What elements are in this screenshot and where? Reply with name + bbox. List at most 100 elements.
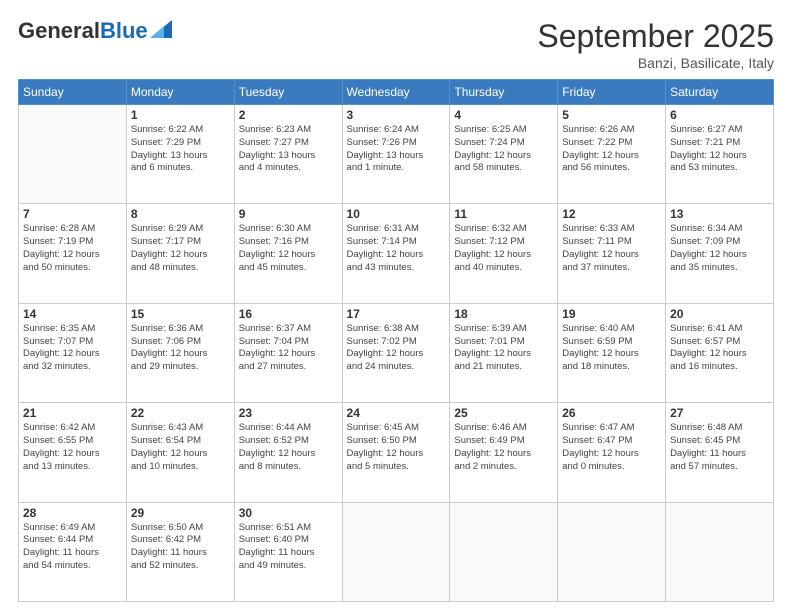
- day-number: 25: [454, 406, 553, 420]
- day-number: 4: [454, 108, 553, 122]
- day-number: 10: [347, 207, 446, 221]
- day-number: 3: [347, 108, 446, 122]
- day-info: Sunrise: 6:31 AMSunset: 7:14 PMDaylight:…: [347, 223, 446, 274]
- day-number: 23: [239, 406, 338, 420]
- day-info: Sunrise: 6:39 AMSunset: 7:01 PMDaylight:…: [454, 323, 553, 374]
- calendar-cell: 3 Sunrise: 6:24 AMSunset: 7:26 PMDaylight…: [342, 105, 450, 204]
- calendar-cell: 20 Sunrise: 6:41 AMSunset: 6:57 PMDayligh…: [666, 303, 774, 402]
- day-number: 22: [131, 406, 230, 420]
- calendar-cell: [558, 502, 666, 601]
- day-info: Sunrise: 6:48 AMSunset: 6:45 PMDaylight:…: [670, 422, 769, 473]
- day-number: 7: [23, 207, 122, 221]
- calendar-cell: 24 Sunrise: 6:45 AMSunset: 6:50 PMDayligh…: [342, 403, 450, 502]
- day-number: 28: [23, 506, 122, 520]
- day-number: 9: [239, 207, 338, 221]
- calendar-cell: 30 Sunrise: 6:51 AMSunset: 6:40 PMDayligh…: [234, 502, 342, 601]
- day-number: 16: [239, 307, 338, 321]
- day-number: 6: [670, 108, 769, 122]
- calendar-week-row: 7Sunrise: 6:28 AMSunset: 7:19 PMDaylight…: [19, 204, 774, 303]
- day-info: Sunrise: 6:35 AMSunset: 7:07 PMDaylight:…: [23, 323, 122, 374]
- calendar-cell: 7Sunrise: 6:28 AMSunset: 7:19 PMDaylight…: [19, 204, 127, 303]
- day-info: Sunrise: 6:24 AMSunset: 7:26 PMDaylight:…: [347, 124, 446, 175]
- day-info: Sunrise: 6:47 AMSunset: 6:47 PMDaylight:…: [562, 422, 661, 473]
- day-info: Sunrise: 6:46 AMSunset: 6:49 PMDaylight:…: [454, 422, 553, 473]
- calendar-header-tuesday: Tuesday: [234, 80, 342, 105]
- day-info: Sunrise: 6:23 AMSunset: 7:27 PMDaylight:…: [239, 124, 338, 175]
- day-info: Sunrise: 6:42 AMSunset: 6:55 PMDaylight:…: [23, 422, 122, 473]
- day-info: Sunrise: 6:38 AMSunset: 7:02 PMDaylight:…: [347, 323, 446, 374]
- calendar-cell: [450, 502, 558, 601]
- calendar-cell: 4 Sunrise: 6:25 AMSunset: 7:24 PMDaylight…: [450, 105, 558, 204]
- calendar-cell: 5Sunrise: 6:26 AMSunset: 7:22 PMDaylight…: [558, 105, 666, 204]
- day-info: Sunrise: 6:32 AMSunset: 7:12 PMDaylight:…: [454, 223, 553, 274]
- day-info: Sunrise: 6:49 AMSunset: 6:44 PMDaylight:…: [23, 522, 122, 573]
- day-info: Sunrise: 6:22 AMSunset: 7:29 PMDaylight:…: [131, 124, 230, 175]
- calendar-cell: 29 Sunrise: 6:50 AMSunset: 6:42 PMDayligh…: [126, 502, 234, 601]
- calendar-cell: 28 Sunrise: 6:49 AMSunset: 6:44 PMDayligh…: [19, 502, 127, 601]
- calendar-header-row: SundayMondayTuesdayWednesdayThursdayFrid…: [19, 80, 774, 105]
- day-info: Sunrise: 6:34 AMSunset: 7:09 PMDaylight:…: [670, 223, 769, 274]
- day-info: Sunrise: 6:45 AMSunset: 6:50 PMDaylight:…: [347, 422, 446, 473]
- calendar-header-friday: Friday: [558, 80, 666, 105]
- calendar-cell: 12Sunrise: 6:33 AMSunset: 7:11 PMDayligh…: [558, 204, 666, 303]
- month-title: September 2025: [537, 18, 774, 55]
- calendar-header-sunday: Sunday: [19, 80, 127, 105]
- day-number: 30: [239, 506, 338, 520]
- title-block: September 2025 Banzi, Basilicate, Italy: [537, 18, 774, 71]
- day-info: Sunrise: 6:25 AMSunset: 7:24 PMDaylight:…: [454, 124, 553, 175]
- day-number: 14: [23, 307, 122, 321]
- logo-general: General: [18, 18, 100, 43]
- calendar-cell: 26Sunrise: 6:47 AMSunset: 6:47 PMDayligh…: [558, 403, 666, 502]
- day-number: 20: [670, 307, 769, 321]
- day-number: 17: [347, 307, 446, 321]
- logo-icon: [150, 20, 172, 38]
- calendar-cell: 25 Sunrise: 6:46 AMSunset: 6:49 PMDayligh…: [450, 403, 558, 502]
- day-info: Sunrise: 6:51 AMSunset: 6:40 PMDaylight:…: [239, 522, 338, 573]
- calendar-header-saturday: Saturday: [666, 80, 774, 105]
- calendar-cell: 13 Sunrise: 6:34 AMSunset: 7:09 PMDayligh…: [666, 204, 774, 303]
- calendar-cell: 15 Sunrise: 6:36 AMSunset: 7:06 PMDayligh…: [126, 303, 234, 402]
- day-number: 13: [670, 207, 769, 221]
- calendar-week-row: 1 Sunrise: 6:22 AMSunset: 7:29 PMDaylight…: [19, 105, 774, 204]
- day-info: Sunrise: 6:26 AMSunset: 7:22 PMDaylight:…: [562, 124, 661, 175]
- day-number: 18: [454, 307, 553, 321]
- day-number: 21: [23, 406, 122, 420]
- calendar-header-thursday: Thursday: [450, 80, 558, 105]
- calendar-header-wednesday: Wednesday: [342, 80, 450, 105]
- calendar-cell: 19Sunrise: 6:40 AMSunset: 6:59 PMDayligh…: [558, 303, 666, 402]
- calendar-cell: 27 Sunrise: 6:48 AMSunset: 6:45 PMDayligh…: [666, 403, 774, 502]
- calendar-cell: [342, 502, 450, 601]
- day-info: Sunrise: 6:30 AMSunset: 7:16 PMDaylight:…: [239, 223, 338, 274]
- calendar-week-row: 28 Sunrise: 6:49 AMSunset: 6:44 PMDayligh…: [19, 502, 774, 601]
- page: GeneralBlue September 2025 Banzi, Basili…: [0, 0, 792, 612]
- calendar-cell: 11 Sunrise: 6:32 AMSunset: 7:12 PMDayligh…: [450, 204, 558, 303]
- day-number: 12: [562, 207, 661, 221]
- day-info: Sunrise: 6:40 AMSunset: 6:59 PMDaylight:…: [562, 323, 661, 374]
- calendar-cell: [666, 502, 774, 601]
- calendar-cell: 1 Sunrise: 6:22 AMSunset: 7:29 PMDaylight…: [126, 105, 234, 204]
- location: Banzi, Basilicate, Italy: [537, 55, 774, 71]
- day-number: 1: [131, 108, 230, 122]
- header: GeneralBlue September 2025 Banzi, Basili…: [18, 18, 774, 71]
- day-info: Sunrise: 6:50 AMSunset: 6:42 PMDaylight:…: [131, 522, 230, 573]
- logo: GeneralBlue: [18, 18, 172, 44]
- day-number: 24: [347, 406, 446, 420]
- day-number: 2: [239, 108, 338, 122]
- calendar-header-monday: Monday: [126, 80, 234, 105]
- day-number: 29: [131, 506, 230, 520]
- day-info: Sunrise: 6:29 AMSunset: 7:17 PMDaylight:…: [131, 223, 230, 274]
- day-info: Sunrise: 6:36 AMSunset: 7:06 PMDaylight:…: [131, 323, 230, 374]
- calendar-cell: 9 Sunrise: 6:30 AMSunset: 7:16 PMDaylight…: [234, 204, 342, 303]
- calendar-cell: 10 Sunrise: 6:31 AMSunset: 7:14 PMDayligh…: [342, 204, 450, 303]
- day-number: 11: [454, 207, 553, 221]
- day-info: Sunrise: 6:41 AMSunset: 6:57 PMDaylight:…: [670, 323, 769, 374]
- calendar-cell: [19, 105, 127, 204]
- day-number: 8: [131, 207, 230, 221]
- day-info: Sunrise: 6:27 AMSunset: 7:21 PMDaylight:…: [670, 124, 769, 175]
- day-info: Sunrise: 6:37 AMSunset: 7:04 PMDaylight:…: [239, 323, 338, 374]
- day-number: 27: [670, 406, 769, 420]
- calendar-cell: 16 Sunrise: 6:37 AMSunset: 7:04 PMDayligh…: [234, 303, 342, 402]
- day-info: Sunrise: 6:44 AMSunset: 6:52 PMDaylight:…: [239, 422, 338, 473]
- calendar-table: SundayMondayTuesdayWednesdayThursdayFrid…: [18, 79, 774, 602]
- day-number: 15: [131, 307, 230, 321]
